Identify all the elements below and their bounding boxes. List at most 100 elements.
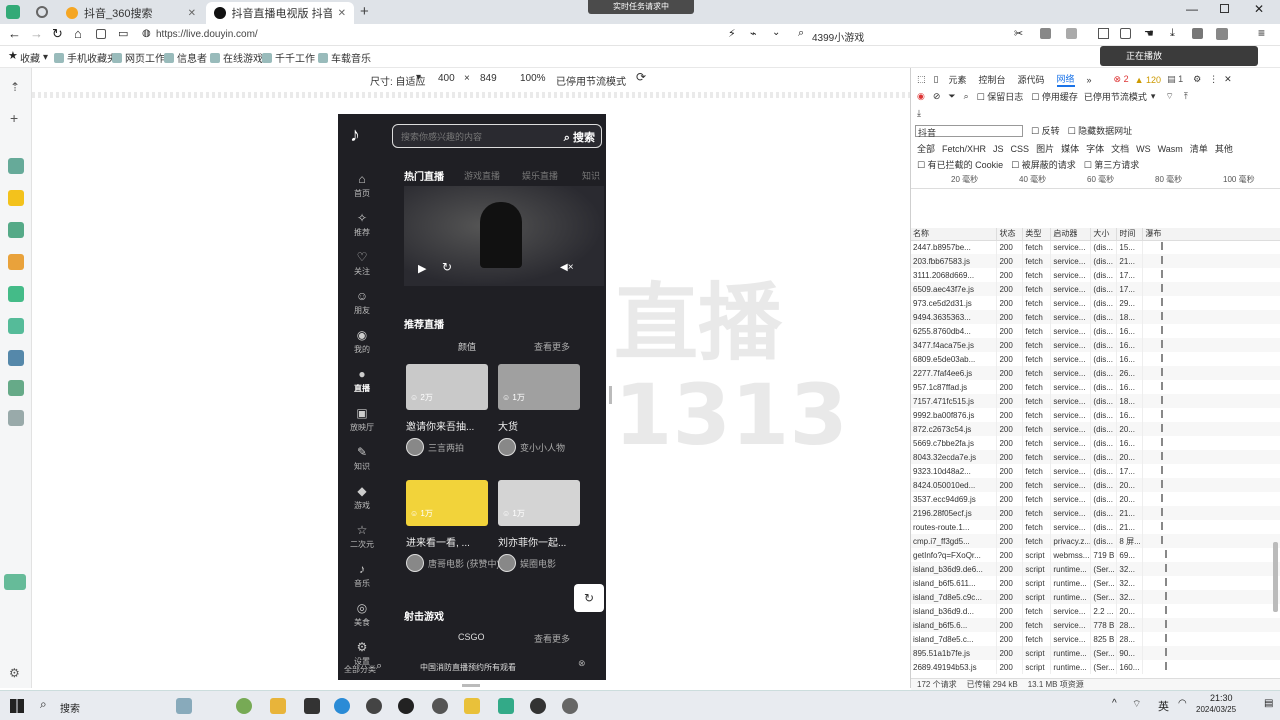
- third-party-checkbox[interactable]: ☐ 第三方请求: [1084, 158, 1140, 171]
- table-row[interactable]: 6509.aec43f7e.js 200 fetch service... (dis..…: [911, 282, 1280, 296]
- table-row[interactable]: routes-route.1... 200 fetch service... (dis.…: [911, 520, 1280, 534]
- rotate-icon[interactable]: ⟳: [636, 70, 646, 84]
- download-icon[interactable]: ⤓: [1170, 27, 1175, 40]
- tray-network-icon[interactable]: ⌔: [1132, 698, 1141, 711]
- sidebar-app-icon[interactable]: [8, 254, 24, 270]
- nav-item[interactable]: ▣ 放映厅: [338, 406, 386, 433]
- bookmark-icon[interactable]: [1192, 28, 1203, 39]
- type-filter[interactable]: 文档: [1111, 142, 1129, 155]
- table-row[interactable]: 895.51a1b7fe.js 200 script runtime... (Ser..…: [911, 646, 1280, 660]
- type-filter[interactable]: CSS: [1011, 144, 1030, 154]
- table-row[interactable]: getInfo?q=FXoQr... 200 script webmss... 719 …: [911, 548, 1280, 562]
- nav-item[interactable]: ◆ 游戏: [338, 484, 386, 511]
- zoom-select[interactable]: 100%: [520, 73, 546, 84]
- table-row[interactable]: 8043.32ecda7e.js 200 fetch service... (dis..…: [911, 450, 1280, 464]
- hand-icon[interactable]: ☚: [1144, 27, 1154, 40]
- table-row[interactable]: 9323.10d48a2... 200 fetch service... (dis...…: [911, 464, 1280, 478]
- douyin-logo-icon[interactable]: ♪: [350, 124, 372, 148]
- clock-date[interactable]: 2024/03/25: [1196, 705, 1236, 714]
- taskbar-app-icon[interactable]: [304, 698, 320, 714]
- live-card-title[interactable]: 大货: [498, 418, 518, 433]
- live-card-title[interactable]: 进来看一看, ...: [406, 534, 470, 549]
- close-window-icon[interactable]: ✕: [1254, 2, 1264, 16]
- nav-item[interactable]: ♡ 关注: [338, 250, 386, 277]
- column-header[interactable]: 瀑布: [1142, 228, 1280, 241]
- table-row[interactable]: 3477.f4aca75e.js 200 fetch service... (dis..…: [911, 338, 1280, 352]
- close-devtools-icon[interactable]: ✕: [1224, 74, 1232, 85]
- live-card-user[interactable]: 变小小人物: [498, 438, 565, 456]
- type-filter[interactable]: 图片: [1036, 142, 1054, 155]
- more-tabs-icon[interactable]: »: [1087, 75, 1092, 85]
- see-more-link[interactable]: 查看更多: [534, 340, 570, 353]
- bookmark-item[interactable]: 收藏 ▾: [20, 50, 48, 65]
- table-row[interactable]: 9494.3635363... 200 fetch service... (dis...…: [911, 310, 1280, 324]
- wifi-icon[interactable]: ⌔: [1165, 91, 1173, 102]
- blocked-requests-checkbox[interactable]: ☐ 被屏蔽的请求: [1011, 158, 1076, 171]
- search-button[interactable]: ⌕ 搜索: [564, 129, 595, 145]
- taskbar-file-explorer-icon[interactable]: [270, 698, 286, 714]
- record-icon[interactable]: ◉: [917, 91, 925, 102]
- taskbar-widget-icon[interactable]: [176, 698, 192, 714]
- live-card-thumbnail[interactable]: [406, 364, 488, 410]
- table-row[interactable]: 3537.ecc94d69.js 200 fetch service... (dis..…: [911, 492, 1280, 506]
- close-tab-icon[interactable]: ✕: [188, 8, 196, 19]
- taskbar-app-icon[interactable]: [398, 698, 414, 714]
- taskbar-app-icon[interactable]: [432, 698, 448, 714]
- forward-icon[interactable]: →: [30, 26, 43, 41]
- tab-360-search[interactable]: 抖音_360搜索 ✕: [58, 2, 204, 24]
- table-row[interactable]: 9992.ba00f876.js 200 fetch service... (dis..…: [911, 408, 1280, 422]
- table-row[interactable]: 8424.050010ed... 200 fetch service... (dis..…: [911, 478, 1280, 492]
- sidebar-app-icon[interactable]: [8, 190, 24, 206]
- dropdown-icon[interactable]: ⌄: [772, 27, 780, 38]
- tab-douyin-live[interactable]: 抖音直播电视版 抖音直播PC ✕: [206, 2, 354, 24]
- invert-checkbox[interactable]: ☐ 反转: [1031, 124, 1060, 137]
- bookmark-item[interactable]: 信息者: [164, 50, 207, 65]
- table-row[interactable]: 872.c2673c54.js 200 fetch service... (dis...…: [911, 422, 1280, 436]
- upload-icon[interactable]: ⤒: [1184, 91, 1188, 102]
- sidebar-app-icon[interactable]: [8, 380, 24, 396]
- lightning-icon[interactable]: ⚡: [728, 27, 736, 40]
- column-header[interactable]: 类型: [1022, 228, 1052, 241]
- close-banner-icon[interactable]: ⊗: [578, 658, 586, 669]
- column-header[interactable]: 启动器: [1050, 228, 1092, 241]
- tablet-icon[interactable]: [1120, 28, 1131, 39]
- type-filter[interactable]: Fetch/XHR: [942, 144, 986, 154]
- bottom-category[interactable]: 全部分类: [344, 664, 376, 675]
- mute-icon[interactable]: ◀×: [560, 262, 574, 273]
- table-row[interactable]: 203.fbb67583.js 200 fetch service... (dis...…: [911, 254, 1280, 268]
- width-input[interactable]: 400: [438, 73, 455, 84]
- table-row[interactable]: cmp.i7_ff3gd5... 200 fetch privacy.z... (dis…: [911, 534, 1280, 548]
- play-icon[interactable]: ▶: [418, 262, 426, 275]
- notification-icon[interactable]: ▤: [1264, 698, 1273, 709]
- bookmark-item[interactable]: 手机收藏夹: [54, 50, 117, 65]
- warning-count[interactable]: ▲ 120: [1135, 75, 1161, 85]
- table-row[interactable]: island_7d8e5.c... 200 fetch service... 825 B…: [911, 632, 1280, 646]
- live-card-thumbnail[interactable]: [406, 480, 488, 526]
- sidebar-app-icon[interactable]: [8, 222, 24, 238]
- search-icon[interactable]: ⌕: [964, 91, 969, 102]
- bookmark-item[interactable]: 千千工作: [262, 50, 315, 65]
- scissors-icon[interactable]: [8, 410, 24, 426]
- live-card-thumbnail[interactable]: [498, 480, 580, 526]
- download-har-icon[interactable]: ⤓: [917, 108, 921, 119]
- extension-icon[interactable]: [96, 29, 106, 39]
- add-icon[interactable]: +: [10, 110, 18, 126]
- tab-sources[interactable]: 源代码: [1018, 73, 1045, 86]
- nav-item[interactable]: ● 直播: [338, 367, 386, 394]
- tray-chevron-icon[interactable]: ^: [1112, 698, 1117, 709]
- filter-icon[interactable]: ⏷: [948, 91, 955, 102]
- height-input[interactable]: 849: [480, 73, 497, 84]
- tab-console[interactable]: 控制台: [978, 73, 1005, 86]
- device-icon[interactable]: ▯: [934, 74, 939, 85]
- menu-icon[interactable]: ≡: [1258, 26, 1265, 40]
- input-language[interactable]: 英: [1158, 698, 1169, 714]
- clear-icon[interactable]: ⊘: [933, 91, 941, 102]
- table-row[interactable]: 2689.49194b53.js 200 script runtime... (Ser.…: [911, 660, 1280, 674]
- sidebar-app-icon[interactable]: [8, 158, 24, 174]
- wallet-icon[interactable]: [1066, 28, 1077, 39]
- type-filter[interactable]: 其他: [1215, 142, 1233, 155]
- column-header[interactable]: 状态: [996, 228, 1024, 241]
- tab-network[interactable]: 网络: [1056, 72, 1075, 87]
- hot-live-tab[interactable]: 游戏直播: [464, 169, 500, 182]
- sidebar-app-icon[interactable]: [8, 286, 24, 302]
